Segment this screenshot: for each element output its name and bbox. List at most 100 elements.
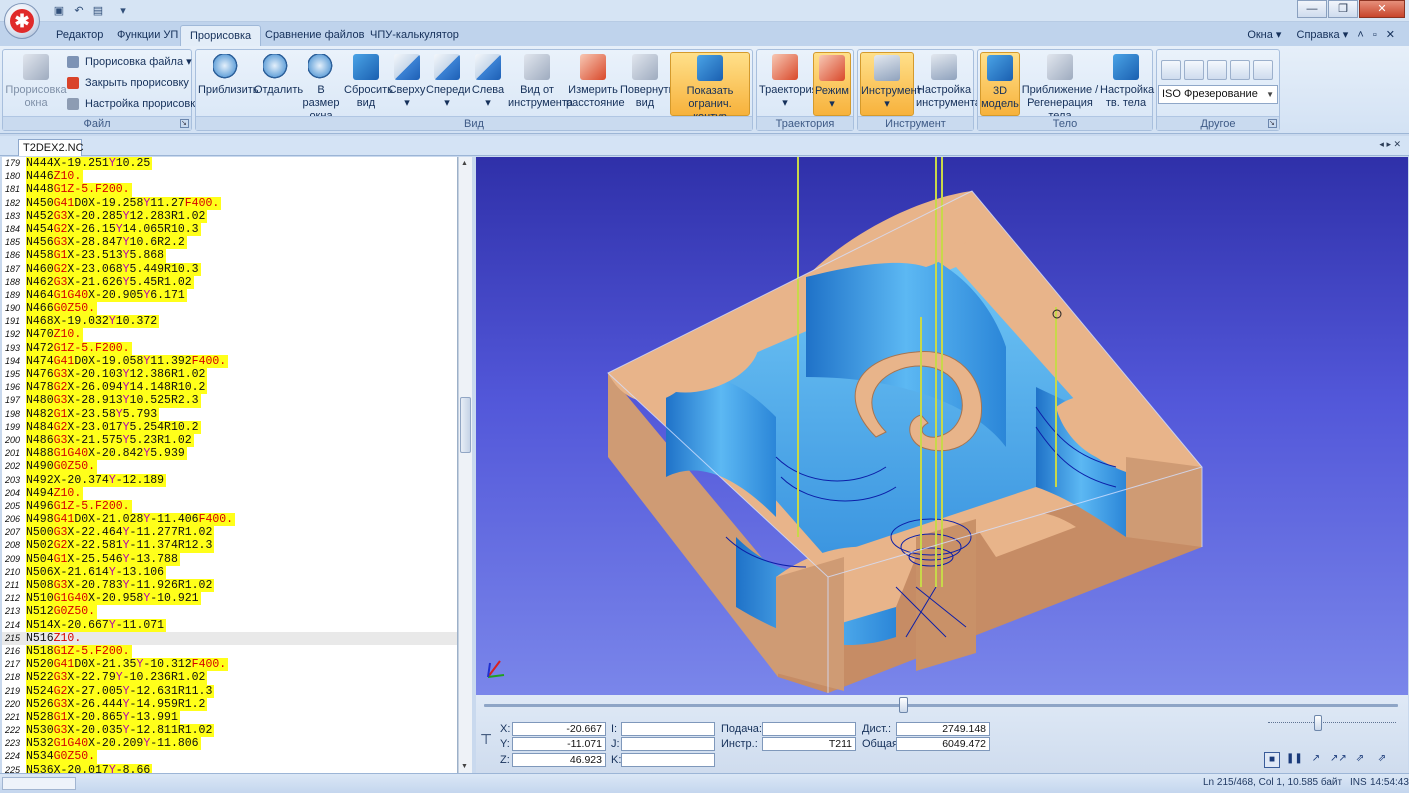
code-line[interactable]: 225 N536X-20.017Y-8.66 [2, 763, 457, 773]
run-to-end-button[interactable]: ⇗ [1374, 752, 1390, 768]
zoom-in-button[interactable]: Приблизить [198, 52, 259, 116]
code-line[interactable]: 186 N458G1X-23.513Y5.868 [2, 249, 457, 263]
code-scrollbar[interactable]: ▲ ▼ [458, 157, 472, 773]
other-tool-5-icon[interactable] [1253, 60, 1273, 80]
other-group-launcher-icon[interactable]: ↘ [1268, 119, 1277, 128]
other-tool-3-icon[interactable] [1207, 60, 1227, 80]
code-line[interactable]: 191 N468X-19.032Y10.372 [2, 315, 457, 329]
tool-view-button[interactable]: Вид от инструмента [508, 52, 573, 116]
code-line[interactable]: 193 N472G1Z-5.F200. [2, 341, 457, 355]
tab-cnc-calculator[interactable]: ЧПУ-калькулятор [361, 25, 468, 46]
tab-editor[interactable]: Редактор [47, 25, 112, 46]
close-button[interactable]: ✕ [1359, 0, 1405, 18]
tab-file-compare[interactable]: Сравнение файлов [256, 25, 373, 46]
file-group-launcher-icon[interactable]: ↘ [180, 119, 189, 128]
step-button[interactable]: ↗ [1308, 752, 1324, 768]
close-backplot-button[interactable]: Закрыть прорисовку [67, 74, 189, 92]
code-line[interactable]: 217 N520G41D0X-21.35Y-10.312F400. [2, 658, 457, 672]
speed-slider-knob[interactable] [1314, 715, 1322, 731]
other-tool-1-icon[interactable] [1161, 60, 1181, 80]
code-editor[interactable]: 179 N444X-19.251Y10.25 180 N446Z10. 181 N448G… [2, 157, 458, 773]
other-tool-2-icon[interactable] [1184, 60, 1204, 80]
code-line[interactable]: 214 N514X-20.667Y-11.071 [2, 618, 457, 632]
code-line[interactable]: 204 N494Z10. [2, 486, 457, 500]
ribbon-collapse-icon[interactable]: ˄ [1357, 29, 1363, 41]
left-view-button[interactable]: Слева ▾ [468, 52, 508, 116]
code-line[interactable]: 194 N474G41D0X-19.058Y11.392F400. [2, 354, 457, 369]
code-line[interactable]: 218 N522G3X-22.79Y-10.236R1.02 [2, 671, 457, 685]
pause-button[interactable]: ❚❚ [1286, 752, 1303, 768]
code-line[interactable]: 212 N510G1G40X-20.958Y-10.921 [2, 592, 457, 606]
minimize-button[interactable]: — [1297, 0, 1327, 18]
code-line[interactable]: 188 N462G3X-21.626Y5.45R1.02 [2, 275, 457, 289]
code-line[interactable]: 182 N450G41D0X-19.258Y11.27F400. [2, 196, 457, 210]
code-line[interactable]: 189 N464G1G40X-20.905Y6.171 [2, 288, 457, 303]
code-line[interactable]: 224 N534G0Z50. [2, 750, 457, 764]
code-line[interactable]: 181 N448G1Z-5.F200. [2, 183, 457, 197]
stop-button[interactable]: ■ [1264, 752, 1280, 768]
code-line[interactable]: 200 N486G3X-21.575Y5.23R1.02 [2, 433, 457, 448]
tool-settings-button[interactable]: Настройка инструмента [916, 52, 981, 116]
progress-slider[interactable] [484, 697, 1398, 713]
app-menu-button[interactable]: ✱ [4, 3, 40, 39]
code-line[interactable]: 215 N516Z10. [2, 631, 457, 645]
code-line[interactable]: 223 N532G1G40X-20.209Y-11.806 [2, 737, 457, 751]
code-line[interactable]: 219 N524G2X-27.005Y-12.631R11.3 [2, 684, 457, 698]
windows-menu[interactable]: Окна ▾ [1241, 29, 1281, 41]
restore-icon[interactable]: ▫ [1373, 29, 1377, 41]
mode-button[interactable]: Режим ▾ [813, 52, 851, 116]
close-doc-icon[interactable]: ✕ [1386, 29, 1395, 41]
code-line[interactable]: 209 N504G1X-25.546Y-13.788 [2, 552, 457, 566]
other-tool-4-icon[interactable] [1230, 60, 1250, 80]
tool-button[interactable]: Инструмент ▾ [860, 52, 922, 116]
fast-forward-button[interactable]: ⇗ [1352, 752, 1368, 768]
quick-access-dropdown-icon[interactable]: ▾ [116, 4, 130, 18]
code-line[interactable]: 201 N488G1G40X-20.842Y5.939 [2, 447, 457, 461]
code-line[interactable]: 216 N518G1Z-5.F200. [2, 644, 457, 659]
code-line[interactable]: 196 N478G2X-26.094Y14.148R10.2 [2, 381, 457, 395]
code-line[interactable]: 213 N512G0Z50. [2, 605, 457, 619]
code-line[interactable]: 179 N444X-19.251Y10.25 [2, 157, 457, 171]
code-line[interactable]: 192 N470Z10. [2, 328, 457, 342]
code-line[interactable]: 197 N480G3X-28.913Y10.525R2.3 [2, 394, 457, 408]
progress-slider-knob[interactable] [899, 697, 908, 713]
code-line[interactable]: 210 N506X-21.614Y-13.106 [2, 565, 457, 580]
rotate-view-button[interactable]: Повернуть вид [620, 52, 674, 116]
code-line[interactable]: 220 N526G3X-26.444Y-14.959R1.2 [2, 697, 457, 711]
code-line[interactable]: 190 N466G0Z50. [2, 302, 457, 316]
machine-type-select[interactable]: ISO Фрезерование ▼ [1158, 85, 1278, 104]
play-button[interactable]: ↗↗ [1330, 752, 1347, 768]
code-line[interactable]: 199 N484G2X-23.017Y5.254R10.2 [2, 420, 457, 434]
code-line[interactable]: 180 N446Z10. [2, 170, 457, 184]
top-view-button[interactable]: Сверху ▾ [388, 52, 426, 116]
tab-program-functions[interactable]: Функции УП [108, 25, 187, 46]
code-line[interactable]: 208 N502G2X-22.581Y-11.374R12.3 [2, 539, 457, 553]
body-settings-button[interactable]: Настройка тв. тела [1100, 52, 1154, 116]
help-menu[interactable]: Справка ▾ [1291, 29, 1349, 41]
scroll-up-icon[interactable]: ▲ [461, 160, 468, 167]
horizontal-scrollbar[interactable] [2, 777, 76, 790]
code-line[interactable]: 195 N476G3X-20.103Y12.386R1.02 [2, 368, 457, 382]
print-icon[interactable]: ▤ [91, 4, 105, 18]
fit-window-button[interactable]: В размер окна [298, 52, 344, 122]
code-line[interactable]: 198 N482G1X-23.58Y5.793 [2, 407, 457, 421]
maximize-button[interactable]: ❐ [1328, 0, 1358, 18]
save-icon[interactable]: ▣ [52, 4, 66, 18]
backplot-file-button[interactable]: Прорисовка файла ▾ [67, 53, 192, 71]
code-line[interactable]: 184 N454G2X-26.15Y14.065R10.3 [2, 222, 457, 237]
backplot-window-button[interactable]: Прорисовка окна [5, 52, 67, 116]
show-boundary-button[interactable]: Показать огранич. контур [670, 52, 750, 123]
code-line[interactable]: 183 N452G3X-20.285Y12.283R1.02 [2, 209, 457, 223]
document-nav-icons[interactable]: ◂ ▸ ✕ [1379, 139, 1401, 150]
backplot-settings-button[interactable]: Настройка прорисовки [67, 95, 201, 113]
code-line[interactable]: 221 N528G1X-20.865Y-13.991 [2, 710, 457, 725]
trajectory-button[interactable]: Траектория ▾ [759, 52, 818, 116]
3d-model-button[interactable]: 3D модель [980, 52, 1020, 116]
3d-viewport[interactable] [476, 157, 1408, 695]
code-line[interactable]: 203 N492X-20.374Y-12.189 [2, 473, 457, 487]
front-view-button[interactable]: Спереди ▾ [426, 52, 471, 116]
speed-slider[interactable] [1268, 715, 1396, 731]
tab-backplot[interactable]: Прорисовка [180, 25, 262, 46]
zoom-out-button[interactable]: Отдалить [254, 52, 303, 116]
code-line[interactable]: 211 N508G3X-20.783Y-11.926R1.02 [2, 579, 457, 593]
